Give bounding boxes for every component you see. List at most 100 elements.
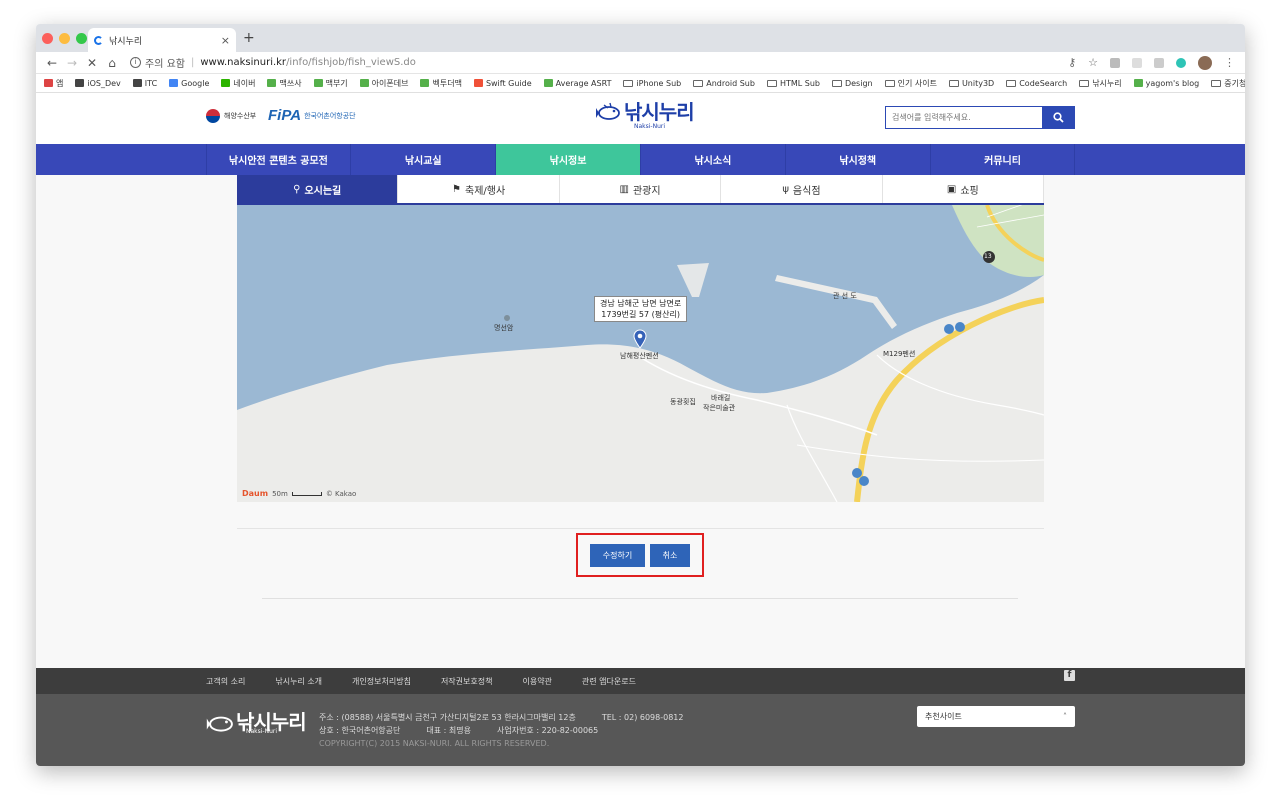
map-view[interactable]: 13 명선암 관 선 도 M129펜션 남해평산펜션 동광횟집 바래길 작은미술…: [237, 205, 1044, 502]
bookmark-label: 벡투더맥: [432, 78, 462, 88]
sub-tab[interactable]: ▣ 쇼핑: [883, 175, 1045, 203]
bookmark-label: Design: [844, 78, 873, 88]
close-window-button[interactable]: [42, 33, 53, 44]
taegeuk-icon: [206, 109, 220, 123]
toolbar-actions: ⚷ ☆ ⋮: [1068, 55, 1239, 70]
menu-icon[interactable]: ⋮: [1224, 56, 1235, 69]
content-area: ⚲ 오시는길 ⚑ 축제/행사 ▥ 관광지 ψ 음식점 ▣ 쇼핑 13 명선암 관…: [36, 175, 1245, 668]
bookmark-item[interactable]: iPhone Sub: [623, 79, 681, 88]
bookmark-item[interactable]: 벡투더맥: [420, 78, 462, 89]
back-icon[interactable]: ←: [42, 56, 62, 70]
site-logo-text: 낚시누리: [624, 100, 695, 124]
profile-avatar[interactable]: [1198, 55, 1212, 70]
bookmark-label: 중기청: [1224, 78, 1245, 88]
browser-tab[interactable]: 낚시누리 ×: [88, 28, 236, 52]
nav-item[interactable]: 낚시소식: [639, 144, 785, 175]
bookmark-label: 맥부기: [325, 78, 348, 88]
extension-icon[interactable]: [1154, 57, 1164, 68]
recommend-site-select[interactable]: 추천사이트 ˄: [917, 706, 1075, 727]
bookmark-label: 인기 사이트: [897, 78, 937, 88]
nav-item[interactable]: 커뮤니티: [929, 144, 1076, 175]
footer-link[interactable]: 관련 앱다운로드: [582, 676, 636, 687]
extension-icon[interactable]: [1176, 57, 1186, 68]
bookmark-item[interactable]: Google: [169, 79, 209, 88]
new-tab-button[interactable]: +: [243, 30, 255, 46]
apple-icon: [75, 79, 85, 87]
bookmark-item[interactable]: 인기 사이트: [884, 78, 937, 89]
stop-icon[interactable]: ✕: [82, 56, 102, 70]
info-icon[interactable]: i: [130, 57, 141, 68]
extension-icon[interactable]: [1110, 57, 1120, 68]
bookmark-item[interactable]: 앱: [44, 78, 63, 89]
footer-link[interactable]: 이용약관: [522, 676, 551, 687]
map-marker-icon[interactable]: [633, 329, 647, 349]
fish-logo-icon: [206, 716, 233, 732]
folder-icon: [693, 79, 704, 87]
bookmark-item[interactable]: CodeSearch: [1006, 79, 1067, 88]
nav-item[interactable]: 낚시정보: [495, 144, 640, 175]
search-button[interactable]: [1042, 107, 1074, 128]
bookmark-item[interactable]: iOS_Dev: [75, 79, 121, 88]
forward-icon[interactable]: →: [62, 56, 82, 70]
nav-item[interactable]: 낚시교실: [350, 144, 495, 175]
map-scale-label: 50m: [272, 489, 288, 498]
extension-icon[interactable]: [1132, 57, 1142, 68]
footer-logo: 낚시누리 Naksi-Nuri: [206, 706, 307, 735]
bookmark-item[interactable]: Swift Guide: [473, 79, 532, 88]
nav-item[interactable]: 낚시정책: [784, 144, 930, 175]
bookmark-label: Android Sub: [706, 78, 755, 88]
facebook-icon[interactable]: f: [1064, 670, 1075, 681]
bookmark-item[interactable]: Unity3D: [948, 79, 994, 88]
sub-tab[interactable]: ⚑ 축제/행사: [398, 175, 560, 203]
bookmark-item[interactable]: ITC: [132, 79, 157, 88]
footer-company: 상호 : 한국어촌어항공단: [319, 726, 401, 735]
browser-toolbar: ← → ✕ ⌂ i 주의 요함 | www.naksinuri.kr /info…: [36, 52, 1245, 74]
folder-icon: [831, 79, 842, 87]
home-icon[interactable]: ⌂: [102, 56, 122, 70]
site-search: [885, 106, 1075, 129]
bookmark-item[interactable]: Average ASRT: [543, 79, 611, 88]
nav-item[interactable]: 낚시안전 콘텐츠 공모전: [205, 144, 351, 175]
divider: [237, 528, 1044, 529]
address-bar[interactable]: i 주의 요함 | www.naksinuri.kr /info/fishjob…: [130, 55, 1068, 70]
footer-link[interactable]: 개인정보처리방침: [352, 676, 411, 687]
edit-button[interactable]: 수정하기: [590, 544, 645, 567]
bookmark-item[interactable]: Android Sub: [693, 79, 755, 88]
site-logo[interactable]: 낚시누리 Naksi-Nuri: [596, 100, 695, 130]
bookmark-item[interactable]: 네이버: [221, 78, 255, 89]
bookmark-item[interactable]: HTML Sub: [766, 78, 820, 88]
bookmark-item[interactable]: yagom's blog: [1133, 79, 1199, 88]
bookmark-item[interactable]: 아이폰데브: [359, 78, 408, 89]
gov-logo[interactable]: 해양수산부: [206, 109, 256, 123]
footer-main: 낚시누리 Naksi-Nuri 주소 : (08588) 서울특별시 금천구 가…: [36, 694, 1245, 766]
security-warning: 주의 요함: [145, 59, 185, 70]
sub-tab[interactable]: ψ 음식점: [721, 175, 883, 203]
minimize-window-button[interactable]: [59, 33, 70, 44]
bookmark-item[interactable]: 중기청: [1211, 78, 1245, 89]
search-input[interactable]: [886, 107, 1042, 128]
url-host: www.naksinuri.kr: [200, 57, 287, 68]
bookmark-label: HTML Sub: [779, 78, 820, 88]
bookmark-item[interactable]: Design: [831, 78, 873, 88]
folder-icon: [1006, 79, 1017, 87]
sub-tabs: ⚲ 오시는길 ⚑ 축제/행사 ▥ 관광지 ψ 음식점 ▣ 쇼핑: [237, 175, 1045, 205]
sub-tab[interactable]: ⚲ 오시는길: [237, 175, 399, 203]
bookmark-item[interactable]: 낚시누리: [1079, 78, 1122, 89]
main-nav: 낚시안전 콘텐츠 공모전 낚시교실 낚시정보 낚시소식 낚시정책 커뮤니티: [36, 144, 1245, 175]
sub-tab[interactable]: ▥ 관광지: [560, 175, 722, 203]
map-pin-icon: ⚲: [293, 183, 301, 195]
folder-icon: [1079, 79, 1090, 87]
zoom-window-button[interactable]: [76, 33, 87, 44]
key-icon[interactable]: ⚷: [1068, 56, 1076, 69]
tab-close-icon[interactable]: ×: [221, 34, 230, 47]
cancel-button[interactable]: 취소: [650, 544, 690, 567]
fish-logo-icon: [596, 102, 620, 120]
footer-link[interactable]: 고객의 소리: [206, 676, 245, 687]
footer-link[interactable]: 낚시누리 소개: [275, 676, 322, 687]
star-icon[interactable]: ☆: [1088, 56, 1098, 69]
footer-link[interactable]: 저작권보호정책: [441, 676, 493, 687]
bookmark-item[interactable]: 맥쓰사: [267, 78, 302, 89]
bookmark-item[interactable]: 맥부기: [313, 78, 348, 89]
fipa-logo[interactable]: FiPA 한국어촌어항공단: [268, 107, 356, 124]
map-label-donggwang: 동광횟집: [670, 398, 696, 406]
